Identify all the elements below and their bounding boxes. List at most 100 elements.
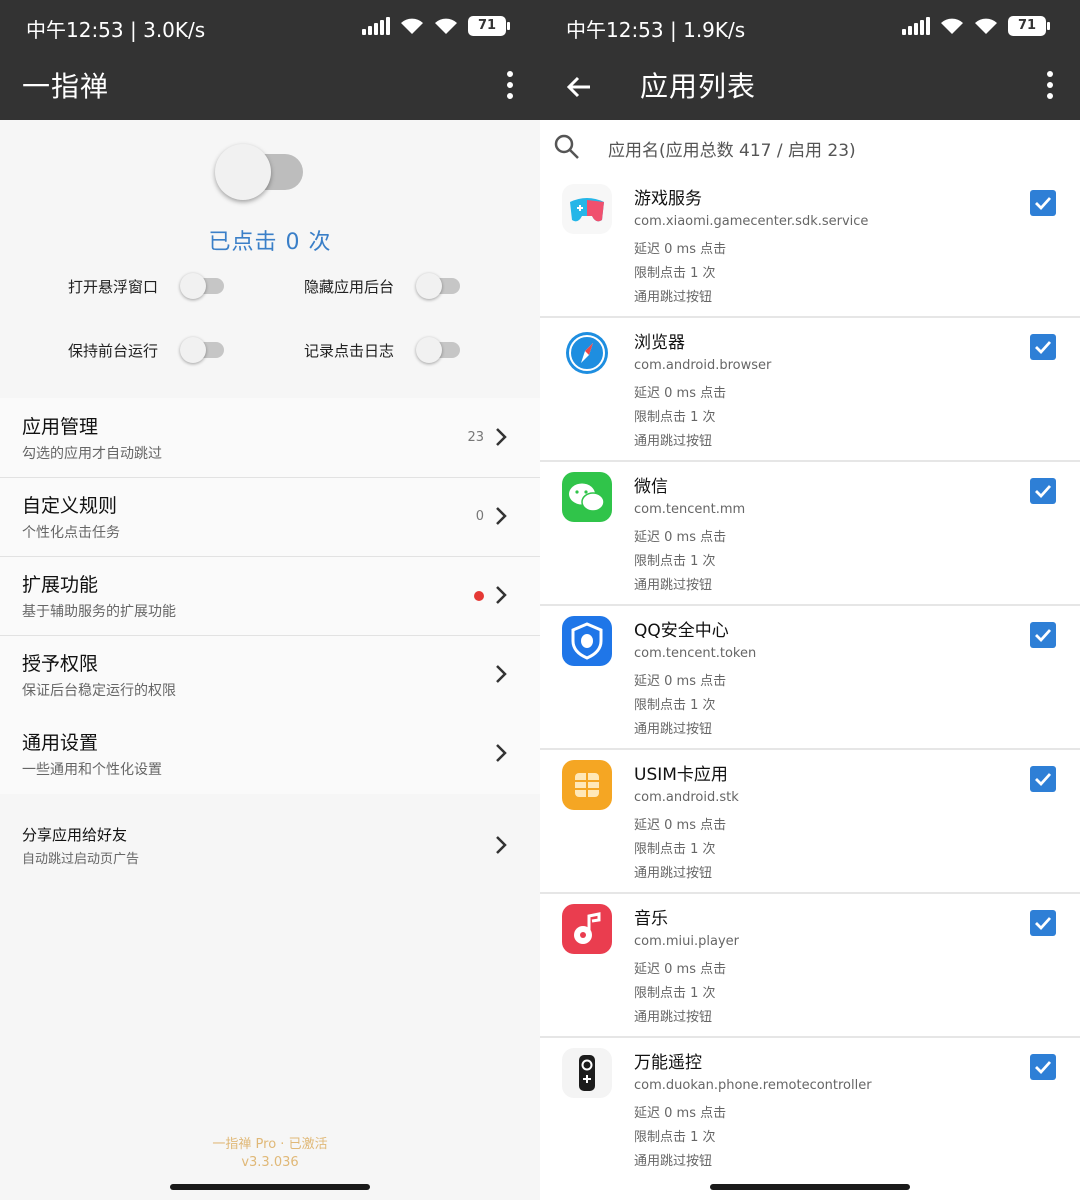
enabled-checkbox[interactable] [1030, 334, 1056, 360]
main-screen: 中午12:53 | 3.0K/s 71 一指禅 已点击 0 次 打开悬浮窗口 隐… [0, 0, 540, 1200]
status-icons: 71 [362, 16, 510, 36]
menu-item-general-settings[interactable]: 通用设置 一些通用和个性化设置 [0, 714, 540, 793]
enabled-checkbox[interactable] [1030, 1054, 1056, 1080]
app-row[interactable]: USIM卡应用 com.android.stk 延迟 0 ms 点击 限制点击 … [540, 750, 1080, 894]
service-toggle[interactable] [215, 144, 305, 200]
notification-dot [474, 591, 484, 601]
hide-recents-toggle[interactable] [416, 272, 462, 300]
delay-setting: 延迟 0 ms 点击 [634, 1106, 727, 1121]
app-name: 浏览器 [634, 333, 685, 353]
share-app-item[interactable]: 分享应用给好友 自动跳过启动页广告 [0, 806, 540, 882]
menu-item-subtitle: 基于辅助服务的扩展功能 [22, 604, 176, 620]
status-text: 中午12:53 | 1.9K/s [566, 18, 746, 42]
enabled-checkbox[interactable] [1030, 478, 1056, 504]
delay-setting: 延迟 0 ms 点击 [634, 962, 727, 977]
status-bar: 中午12:53 | 1.9K/s 71 [540, 0, 1080, 54]
app-package: com.tencent.token [634, 646, 757, 661]
option-label: 记录点击日志 [304, 341, 395, 360]
shield-icon [562, 616, 612, 666]
limit-setting: 限制点击 1 次 [634, 1130, 716, 1145]
limit-setting: 限制点击 1 次 [634, 266, 716, 281]
app-row[interactable]: 浏览器 com.android.browser 延迟 0 ms 点击 限制点击 … [540, 318, 1080, 462]
rule-setting: 通用跳过按钮 [634, 290, 713, 305]
menu-item-subtitle: 保证后台稳定运行的权限 [22, 683, 176, 699]
enabled-checkbox[interactable] [1030, 910, 1056, 936]
back-arrow-icon[interactable] [562, 70, 596, 104]
menu-item-subtitle: 个性化点击任务 [22, 525, 120, 541]
option-floating-window[interactable]: 打开悬浮窗口 [68, 272, 226, 300]
limit-setting: 限制点击 1 次 [634, 986, 716, 1001]
share-title: 分享应用给好友 [22, 826, 128, 844]
rule-setting: 通用跳过按钮 [634, 1010, 713, 1025]
menu-item-custom-rules[interactable]: 自定义规则 个性化点击任务 0 [0, 477, 540, 556]
menu-item-title: 授予权限 [22, 653, 99, 675]
music-note-icon [562, 904, 612, 954]
menu-item-subtitle: 一些通用和个性化设置 [22, 762, 162, 778]
enabled-checkbox[interactable] [1030, 190, 1056, 216]
app-bar: 应用列表 [540, 54, 1080, 120]
rule-setting: 通用跳过按钮 [634, 866, 713, 881]
app-row[interactable]: QQ安全中心 com.tencent.token 延迟 0 ms 点击 限制点击… [540, 606, 1080, 750]
limit-setting: 限制点击 1 次 [634, 410, 716, 425]
app-title: 一指禅 [22, 70, 110, 103]
rule-setting: 通用跳过按钮 [634, 434, 713, 449]
limit-setting: 限制点击 1 次 [634, 698, 716, 713]
enabled-checkbox[interactable] [1030, 766, 1056, 792]
battery-icon: 71 [1008, 16, 1050, 36]
share-subtitle: 自动跳过启动页广告 [22, 852, 140, 867]
app-name: USIM卡应用 [634, 765, 728, 785]
wifi-icon [941, 18, 963, 34]
wifi-icon [975, 18, 997, 34]
menu-item-extensions[interactable]: 扩展功能 基于辅助服务的扩展功能 [0, 556, 540, 635]
app-package: com.android.stk [634, 790, 739, 805]
menu-item-app-management[interactable]: 应用管理 勾选的应用才自动跳过 23 [0, 398, 540, 477]
version-text: v3.3.036 [241, 1155, 299, 1170]
compass-icon [562, 328, 612, 378]
option-hide-recents[interactable]: 隐藏应用后台 [304, 272, 462, 300]
enabled-checkbox[interactable] [1030, 622, 1056, 648]
remote-control-icon [562, 1048, 612, 1098]
app-list-screen: 中午12:53 | 1.9K/s 71 应用列表 应用名(应用总数 417 / … [540, 0, 1080, 1200]
floating-window-toggle[interactable] [180, 272, 226, 300]
option-click-log[interactable]: 记录点击日志 [304, 336, 462, 364]
app-package: com.miui.player [634, 934, 740, 949]
app-row[interactable]: 游戏服务 com.xiaomi.gamecenter.sdk.service 延… [540, 174, 1080, 318]
delay-setting: 延迟 0 ms 点击 [634, 242, 727, 257]
home-indicator[interactable] [170, 1184, 370, 1190]
menu-item-subtitle: 勾选的应用才自动跳过 [22, 446, 162, 462]
page-title: 应用列表 [640, 70, 757, 103]
option-label: 隐藏应用后台 [304, 277, 395, 296]
app-row[interactable]: 音乐 com.miui.player 延迟 0 ms 点击 限制点击 1 次 通… [540, 894, 1080, 1038]
chat-bubbles-icon [562, 472, 612, 522]
foreground-toggle[interactable] [180, 336, 226, 364]
chevron-right-icon [496, 507, 507, 525]
delay-setting: 延迟 0 ms 点击 [634, 386, 727, 401]
app-package: com.xiaomi.gamecenter.sdk.service [634, 214, 869, 229]
search-input[interactable]: 应用名(应用总数 417 / 启用 23) [608, 136, 856, 161]
app-name: 音乐 [634, 909, 668, 929]
status-text: 中午12:53 | 3.0K/s [26, 18, 206, 42]
menu-item-title: 自定义规则 [22, 495, 118, 517]
wifi-icon [435, 18, 457, 34]
gamepad-icon [562, 184, 612, 234]
menu-item-permissions[interactable]: 授予权限 保证后台稳定运行的权限 [0, 635, 540, 714]
app-package: com.duokan.phone.remotecontroller [634, 1078, 872, 1093]
overflow-menu-icon[interactable] [1040, 69, 1060, 101]
app-name: QQ安全中心 [634, 621, 729, 641]
search-bar[interactable]: 应用名(应用总数 417 / 启用 23) [540, 120, 1080, 174]
sim-card-icon [562, 760, 612, 810]
home-indicator[interactable] [710, 1184, 910, 1190]
chevron-right-icon [496, 836, 507, 854]
app-row[interactable]: 微信 com.tencent.mm 延迟 0 ms 点击 限制点击 1 次 通用… [540, 462, 1080, 606]
count-badge: 0 [475, 509, 484, 524]
battery-icon: 71 [468, 16, 510, 36]
overflow-menu-icon[interactable] [500, 69, 520, 101]
option-foreground[interactable]: 保持前台运行 [68, 336, 226, 364]
click-log-toggle[interactable] [416, 336, 462, 364]
app-package: com.tencent.mm [634, 502, 746, 517]
chevron-right-icon [496, 586, 507, 604]
rule-setting: 通用跳过按钮 [634, 722, 713, 737]
count-badge: 23 [467, 430, 484, 445]
app-row[interactable]: 万能遥控 com.duokan.phone.remotecontroller 延… [540, 1038, 1080, 1182]
menu-item-title: 应用管理 [22, 416, 99, 438]
